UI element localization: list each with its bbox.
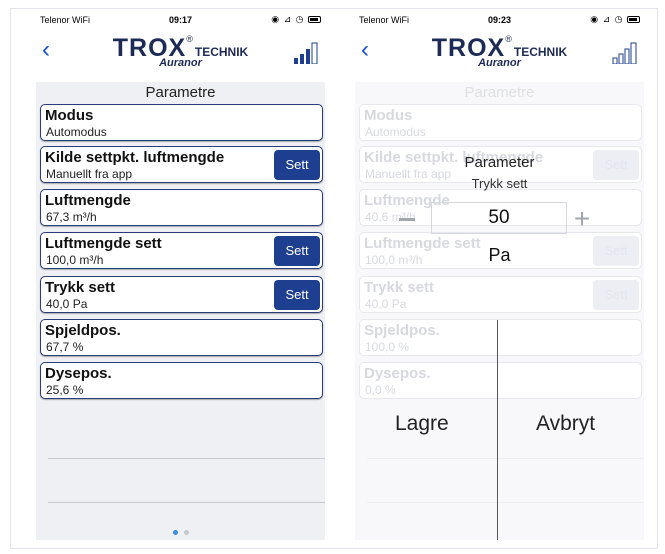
page-dot-active <box>172 530 178 535</box>
page-indicator[interactable] <box>36 522 325 540</box>
param-row-spjeldpos[interactable]: Spjeldpos. 67,7 % <box>40 319 323 356</box>
status-icons: ◉ ⊿ ◷ <box>271 14 321 25</box>
param-row-modus[interactable]: Modus Automodus <box>40 104 323 141</box>
increment-button[interactable]: + <box>571 205 593 233</box>
battery-icon <box>627 16 640 24</box>
param-value: 67,3 m³/h <box>46 210 97 224</box>
top-bar: ‹ TROX®TECHNIK Auranor <box>355 30 644 82</box>
param-row-kilde[interactable]: Kilde settpkt. luftmengde Manuellt fra a… <box>40 146 323 183</box>
signal-strength-icon[interactable] <box>293 42 319 64</box>
right-phone-screen: Telenor WiFi 09:23 ◉ ⊿ ◷ ‹ TROX®TECHNIK … <box>355 12 644 540</box>
page-title: Parametre <box>464 84 535 101</box>
sett-button[interactable]: Sett <box>274 280 320 310</box>
param-name: Modus <box>45 107 94 124</box>
left-phone-screen: Telenor WiFi 09:17 ◉ ⊿ ◷ ‹ TROX®TECHNIK … <box>36 12 325 540</box>
decrement-button[interactable] <box>399 218 415 221</box>
parameter-list: Parametre Modus Automodus Kilde settpkt.… <box>36 82 325 540</box>
dialog-divider <box>497 320 498 540</box>
page-title: Parametre <box>145 84 216 101</box>
param-value: Automodus <box>46 125 107 139</box>
trox-logo: TROX®TECHNIK Auranor <box>112 34 249 69</box>
param-row-luftmengde-sett[interactable]: Luftmengde sett 100,0 m³/h Sett <box>40 232 323 269</box>
param-row-luftmengde[interactable]: Luftmengde 67,3 m³/h <box>40 189 323 226</box>
param-value: Automodus <box>365 125 426 139</box>
parameter-dialog: Parameter Trykk sett 50 + Pa Lagre Avbry… <box>355 152 644 540</box>
value-input[interactable]: 50 <box>431 202 567 234</box>
param-name: Trykk sett <box>45 279 116 296</box>
unit-label: Pa <box>488 245 511 265</box>
param-value: 100,0 m³/h <box>46 253 104 267</box>
param-name: Luftmengde sett <box>45 235 162 252</box>
param-name: Modus <box>364 107 413 124</box>
param-row-trykk-sett[interactable]: Trykk sett 40,0 Pa Sett <box>40 276 323 313</box>
param-value: 67,7 % <box>46 340 84 354</box>
page-dot <box>183 530 189 535</box>
cancel-button[interactable]: Avbryt <box>536 412 595 436</box>
trox-logo: TROX®TECHNIK Auranor <box>431 34 568 69</box>
param-value: 40,0 Pa <box>46 297 88 311</box>
divider <box>48 458 325 459</box>
save-button[interactable]: Lagre <box>395 412 449 436</box>
param-value: Manuellt fra app <box>46 167 133 181</box>
status-bar: Telenor WiFi 09:17 ◉ ⊿ ◷ <box>36 12 325 30</box>
dialog-subtitle: Trykk sett <box>471 176 528 191</box>
param-value: 25,6 % <box>46 383 84 397</box>
param-name: Spjeldpos. <box>45 322 121 339</box>
signal-strength-icon[interactable] <box>612 42 638 64</box>
param-name: Luftmengde <box>45 192 131 209</box>
battery-icon <box>308 16 321 24</box>
status-bar: Telenor WiFi 09:23 ◉ ⊿ ◷ <box>355 12 644 30</box>
status-icons: ◉ ⊿ ◷ <box>590 14 640 25</box>
divider <box>48 502 325 503</box>
param-name: Kilde settpkt. luftmengde <box>45 149 225 166</box>
sett-button[interactable]: Sett <box>274 236 320 266</box>
param-name: Dysepos. <box>45 365 112 382</box>
sett-button[interactable]: Sett <box>274 150 320 180</box>
top-bar: ‹ TROX®TECHNIK Auranor <box>36 30 325 82</box>
param-row-dysepos[interactable]: Dysepos. 25,6 % <box>40 362 323 399</box>
dialog-title: Parameter <box>464 154 535 171</box>
param-row-modus[interactable]: Modus Automodus <box>359 104 642 141</box>
